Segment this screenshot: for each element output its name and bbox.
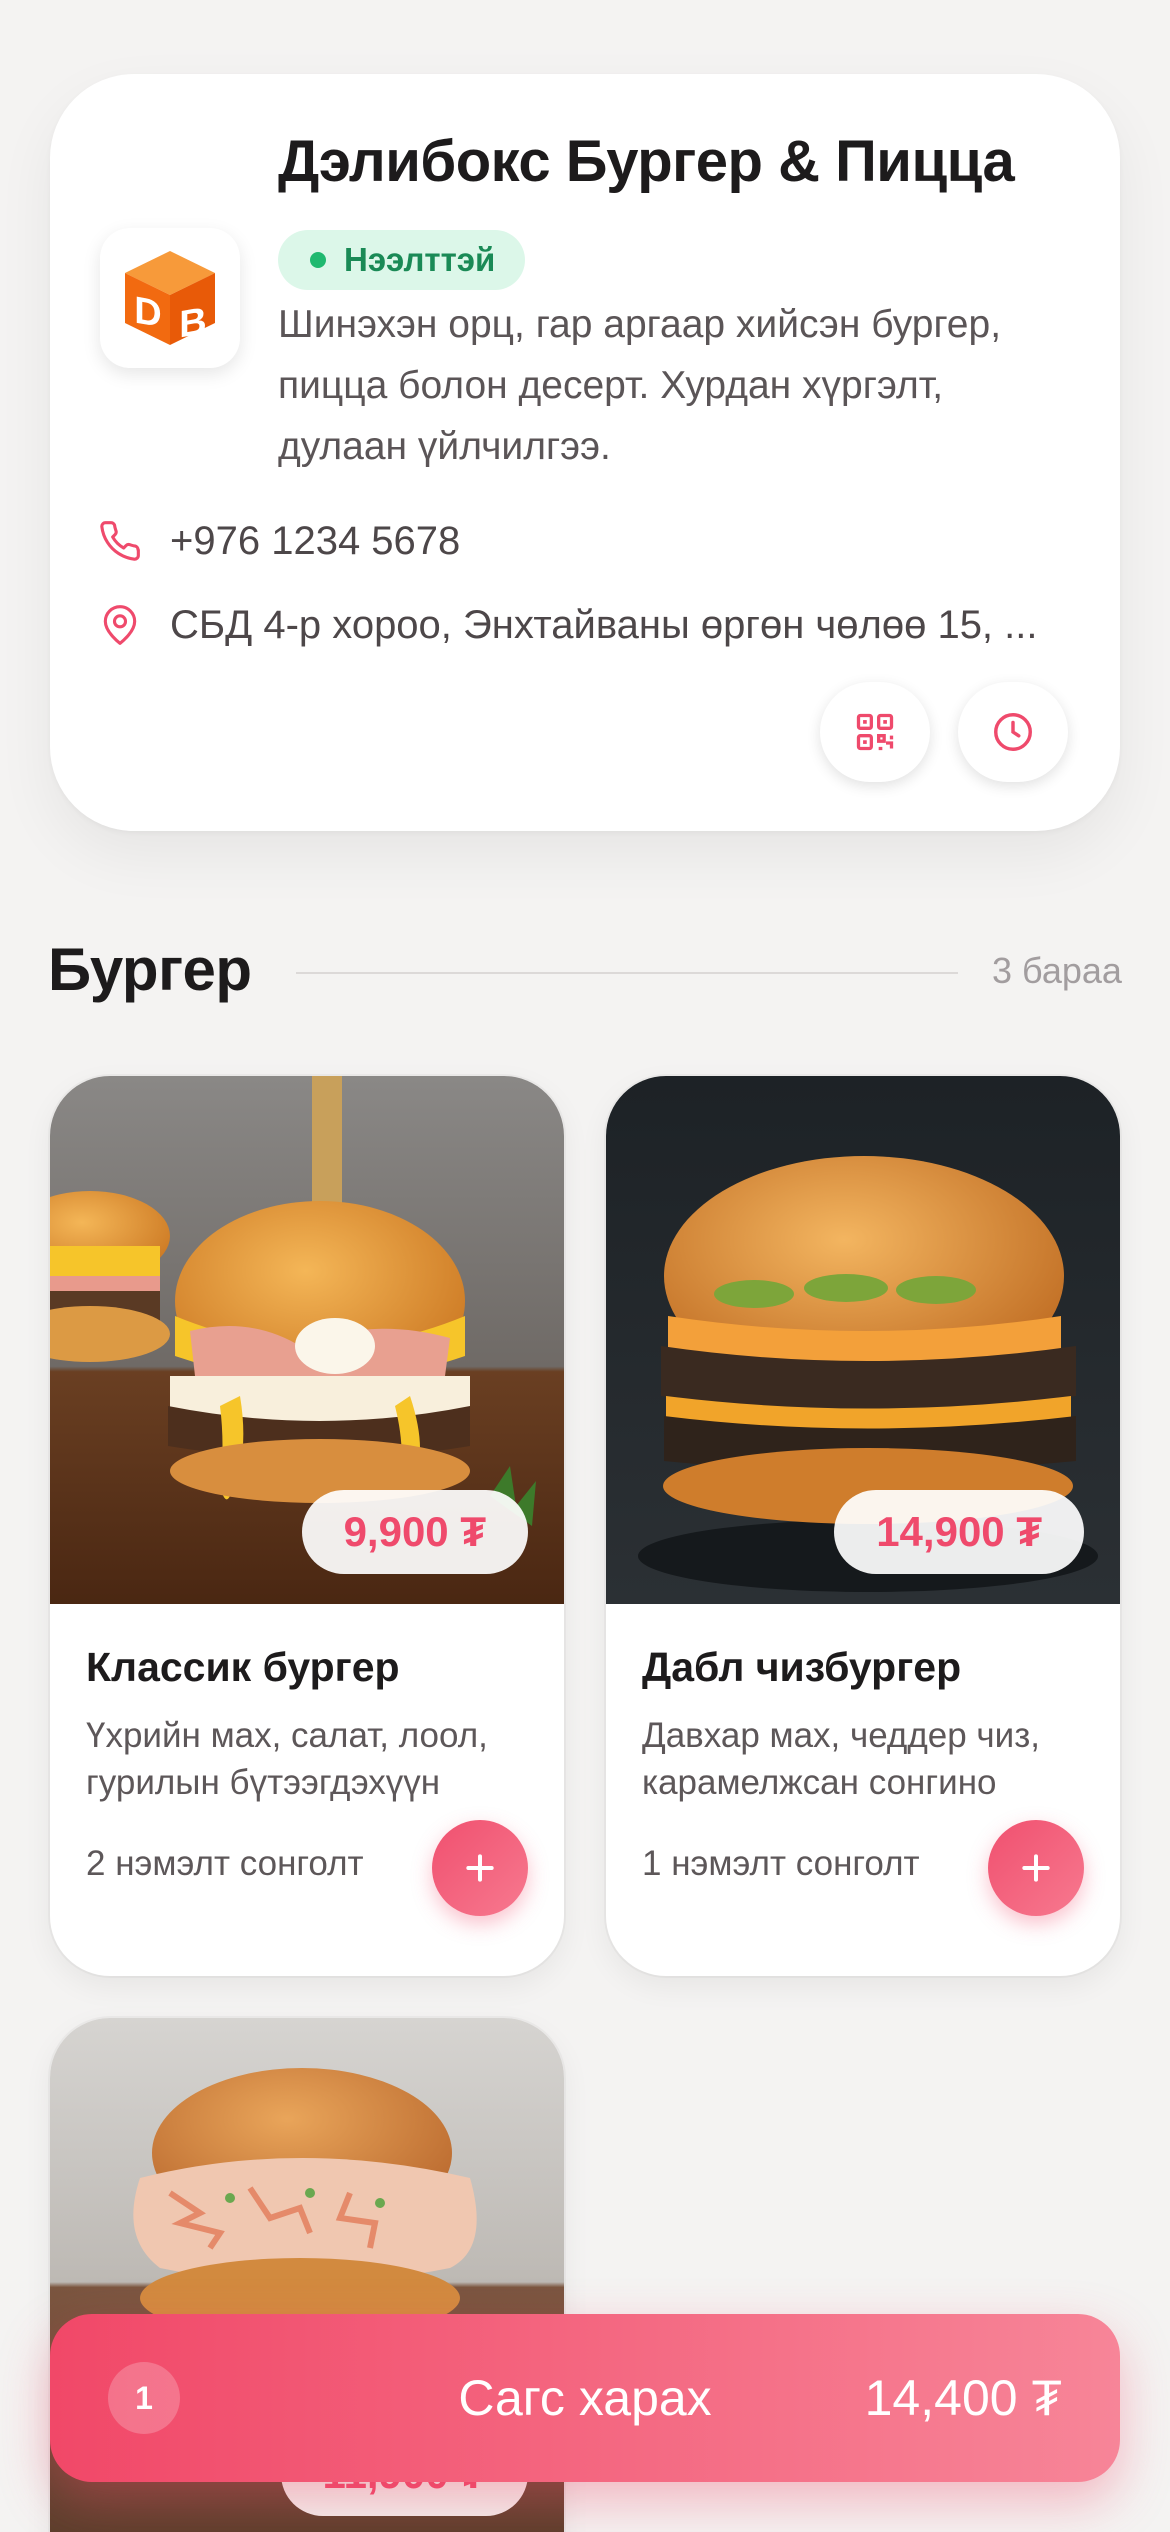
qr-code-button[interactable] (820, 682, 930, 782)
product-card[interactable]: 14,900 ₮ Дабл чизбургер Давхар мах, чедд… (606, 1076, 1120, 1976)
product-name: Дабл чизбургер (642, 1644, 962, 1690)
phone-icon (100, 521, 140, 561)
restaurant-page: D B Дэлибокс Бургер & Пицца Нээлттэй Шин… (0, 0, 1170, 2532)
qr-code-icon (856, 713, 894, 751)
section-divider (296, 972, 958, 974)
address-row[interactable]: СБД 4-р хороо, Энхтайваны өргөн чөлөө 15… (98, 590, 1098, 660)
plus-icon (466, 1854, 494, 1882)
product-card[interactable]: 9,900 ₮ Классик бургер Үхрийн мах, салат… (50, 1076, 564, 1976)
svg-text:D: D (134, 289, 161, 337)
product-description: Үхрийн мах, салат, лоол, гурилын бүтээгд… (86, 1716, 488, 1802)
product-image: 9,900 ₮ (50, 1076, 564, 1604)
restaurant-name: Дэлибокс Бургер & Пицца (278, 129, 1015, 194)
section-title: Бургер (48, 936, 252, 1003)
restaurant-info-card: D B Дэлибокс Бургер & Пицца Нээлттэй Шин… (50, 74, 1120, 831)
view-cart-button[interactable]: 1 Сагс харах 14,400 ₮ (50, 2314, 1120, 2482)
price-badge: 9,900 ₮ (301, 1490, 528, 1574)
plus-icon (1022, 1854, 1050, 1882)
product-description: Давхар мах, чеддер чиз, карамелжсан сонг… (642, 1716, 1040, 1802)
phone-number: +976 1234 5678 (170, 518, 461, 563)
restaurant-description: Шинэхэн орц, гар аргаар хийсэн бургер, п… (278, 303, 1002, 468)
svg-text:B: B (179, 299, 206, 347)
clock-icon (994, 713, 1032, 751)
address-text: СБД 4-р хороо, Энхтайваны өргөн чөлөө 15… (170, 602, 1038, 647)
restaurant-logo: D B (100, 228, 240, 368)
product-name: Классик бургер (86, 1644, 400, 1690)
section-item-count: 3 бараа (992, 950, 1122, 991)
product-image: 14,900 ₮ (606, 1076, 1120, 1604)
status-dot-icon (310, 252, 326, 268)
status-label: Нээлттэй (344, 241, 496, 278)
add-to-cart-button[interactable] (988, 1820, 1084, 1916)
status-badge: Нээлттэй (278, 230, 526, 290)
add-to-cart-button[interactable] (432, 1820, 528, 1916)
opening-hours-button[interactable] (958, 682, 1068, 782)
map-pin-icon (103, 605, 137, 645)
phone-row[interactable]: +976 1234 5678 (98, 506, 1098, 576)
product-options-count: 2 нэмэлт сонголт (86, 1844, 364, 1883)
product-options-count: 1 нэмэлт сонголт (642, 1844, 920, 1883)
price-badge: 14,900 ₮ (834, 1490, 1084, 1574)
cart-total: 14,400 ₮ (864, 2370, 1062, 2426)
box-logo-icon: D B (125, 251, 215, 347)
